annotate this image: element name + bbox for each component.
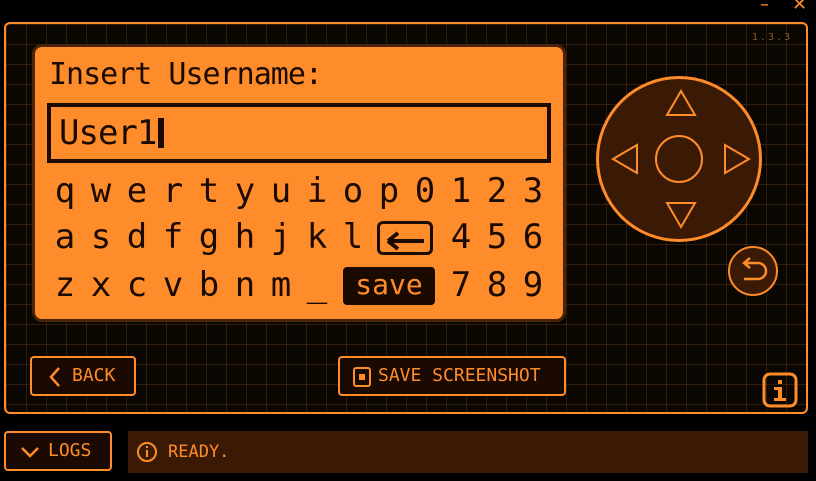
key-v[interactable]: v [155,265,191,307]
key-a[interactable]: a [47,217,83,259]
minimize-button[interactable]: – [760,0,769,14]
undo-button[interactable] [728,246,778,296]
chevron-left-icon [49,367,60,387]
key-n[interactable]: n [227,265,263,307]
dpad-center-button[interactable] [655,135,703,183]
screenshot-icon [353,367,371,387]
dpad [596,76,762,242]
key-9[interactable]: 9 [515,265,551,307]
status-text: READY. [168,442,230,462]
right-arrow-icon[interactable] [723,143,751,175]
key-j[interactable]: j [263,217,299,259]
key-5[interactable]: 5 [479,217,515,259]
back-button[interactable]: BACK [30,356,136,396]
key-t[interactable]: t [191,171,227,213]
device-frame: 1.3.3 Insert Username: User1 q w e r t y… [4,22,808,414]
back-label: BACK [72,365,116,386]
text-cursor [158,118,165,148]
key-e[interactable]: e [119,171,155,213]
left-arrow-icon[interactable] [611,143,639,175]
save-key[interactable]: save [343,267,435,305]
username-value: User1 [59,113,165,153]
backspace-icon [377,221,433,255]
close-button[interactable]: ✕ [792,0,807,14]
key-7[interactable]: 7 [443,265,479,307]
key-x[interactable]: x [83,265,119,307]
key-1[interactable]: 1 [443,171,479,213]
chevron-down-icon [21,447,39,458]
key-i[interactable]: i [299,171,335,213]
key-u[interactable]: u [263,171,299,213]
key-z[interactable]: z [47,265,83,307]
info-button[interactable] [762,372,798,408]
key-d[interactable]: d [119,217,155,259]
logs-button[interactable]: LOGS [4,431,112,471]
key-0[interactable]: 0 [407,171,443,213]
status-bar: READY. [128,431,808,473]
key-m[interactable]: m [263,265,299,307]
save-screenshot-button[interactable]: SAVE SCREENSHOT [338,356,566,396]
key-q[interactable]: q [47,171,83,213]
key-k[interactable]: k [299,217,335,259]
info-icon [762,372,798,408]
undo-icon [742,257,768,281]
username-prompt: Insert Username: [49,57,323,92]
up-arrow-icon[interactable] [665,89,697,117]
key-p[interactable]: p [371,171,407,213]
key-o[interactable]: o [335,171,371,213]
save-screenshot-label: SAVE SCREENSHOT [378,365,541,386]
backspace-key[interactable] [373,217,437,259]
key-l[interactable]: l [335,217,371,259]
key-underscore[interactable]: _ [299,265,335,307]
key-3[interactable]: 3 [515,171,551,213]
down-arrow-icon[interactable] [665,201,697,229]
info-circle-icon [137,442,157,462]
key-y[interactable]: y [227,171,263,213]
key-c[interactable]: c [119,265,155,307]
key-f[interactable]: f [155,217,191,259]
key-w[interactable]: w [83,171,119,213]
username-field[interactable]: User1 [47,103,551,163]
key-h[interactable]: h [227,217,263,259]
key-r[interactable]: r [155,171,191,213]
key-s[interactable]: s [83,217,119,259]
key-2[interactable]: 2 [479,171,515,213]
key-g[interactable]: g [191,217,227,259]
key-8[interactable]: 8 [479,265,515,307]
key-4[interactable]: 4 [443,217,479,259]
key-b[interactable]: b [191,265,227,307]
version-label: 1.3.3 [751,32,792,43]
key-6[interactable]: 6 [515,217,551,259]
lcd-screen: Insert Username: User1 q w e r t y u i o… [32,44,566,322]
logs-label: LOGS [48,440,92,461]
